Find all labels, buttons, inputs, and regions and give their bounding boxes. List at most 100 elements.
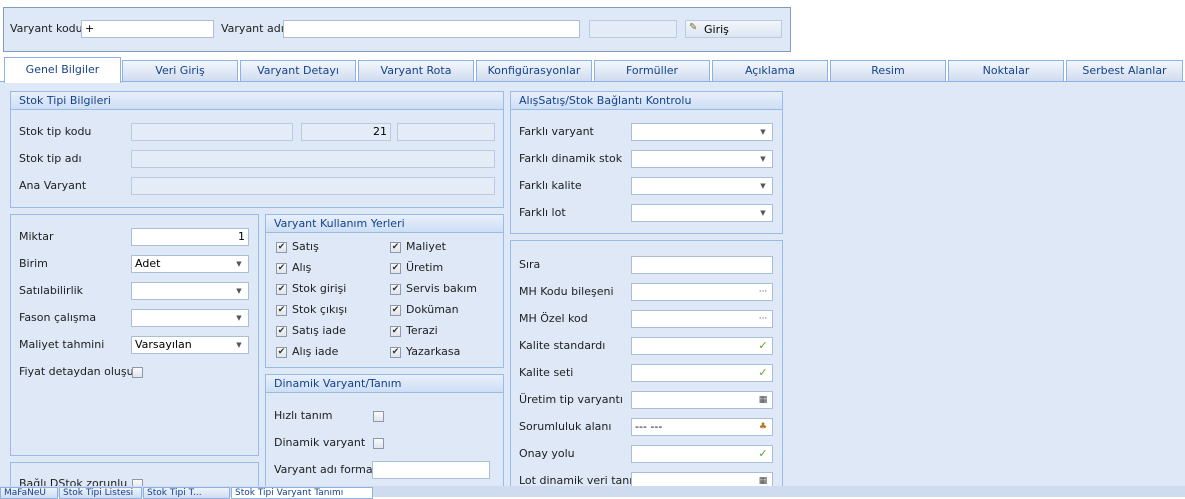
- bottom-tab-stok-tipi-listesi[interactable]: Stok Tipi Listesi: [59, 487, 142, 499]
- production-type-label: Üretim tip varyantı: [519, 393, 623, 406]
- checkbox-alis-iade[interactable]: ✔: [276, 347, 287, 358]
- tab-noktalar[interactable]: Noktalar: [948, 60, 1064, 81]
- variant-code-input[interactable]: +: [81, 20, 214, 38]
- stock-type-panel: Stok Tipi Bilgileri Stok tip kodu 21 Sto…: [10, 91, 504, 208]
- tab-aciklama[interactable]: Açıklama: [712, 60, 828, 81]
- tab-varyant-detayi[interactable]: Varyant Detayı: [240, 60, 356, 81]
- connection-control-panel-title: AlışSatış/Stok Bağlantı Kontrolu: [511, 92, 782, 110]
- stock-type-code-label: Stok tip kodu: [19, 125, 92, 138]
- chevron-down-icon: ▼: [236, 314, 242, 322]
- checkbox-satis-iade[interactable]: ✔: [276, 326, 287, 337]
- tab-formuller[interactable]: Formüller: [594, 60, 710, 81]
- calendar-icon[interactable]: ▦: [755, 393, 771, 407]
- diff-lot-select[interactable]: ▼: [631, 204, 773, 222]
- stock-type-name-field: [131, 150, 495, 168]
- tab-varyant-rota[interactable]: Varyant Rota: [358, 60, 474, 81]
- checkbox-maliyet[interactable]: ✔: [390, 242, 401, 253]
- diff-variant-label: Farklı varyant: [519, 125, 594, 138]
- diff-lot-label: Farklı lot: [519, 206, 566, 219]
- usage-terazi-label: Terazi: [406, 324, 438, 337]
- mh-special-label: MH Özel kod: [519, 312, 588, 325]
- checkbox-terazi[interactable]: ✔: [390, 326, 401, 337]
- usage-alis-iade-label: Alış iade: [292, 345, 339, 358]
- usage-panel: Varyant Kullanım Yerleri ✔ Satış ✔ Alış …: [265, 214, 504, 368]
- variant-name-format-input[interactable]: [372, 461, 490, 479]
- quality-standard-input[interactable]: ✓: [631, 337, 773, 355]
- diff-variant-select[interactable]: ▼: [631, 123, 773, 141]
- tab-konfigurasyonlar[interactable]: Konfigürasyonlar: [476, 60, 592, 81]
- checkbox-dokuman[interactable]: ✔: [390, 305, 401, 316]
- checkbox-stok-girisi[interactable]: ✔: [276, 284, 287, 295]
- order-label: Sıra: [519, 258, 541, 271]
- diff-quality-select[interactable]: ▼: [631, 177, 773, 195]
- double-check-icon[interactable]: ✓: [755, 339, 771, 353]
- cost-estimate-select[interactable]: Varsayılan ▼: [131, 336, 249, 354]
- users-icon[interactable]: ♣: [755, 420, 771, 434]
- tab-veri-giris[interactable]: Veri Giriş: [122, 60, 238, 81]
- dynamic-variant-panel-title: Dinamik Varyant/Tanım: [266, 375, 503, 393]
- mh-code-label: MH Kodu bileşeni: [519, 285, 614, 298]
- login-button[interactable]: ✎ Giriş: [685, 20, 782, 38]
- quality-set-input[interactable]: ✓: [631, 364, 773, 382]
- variant-name-format-label: Varyant adı formatı: [274, 463, 380, 476]
- main-variant-field: [131, 177, 495, 195]
- chevron-down-icon: ▼: [760, 182, 766, 190]
- tab-genel-bilgiler[interactable]: Genel Bilgiler: [4, 57, 121, 83]
- usage-uretim-label: Üretim: [406, 261, 444, 274]
- usage-servis-bakim-label: Servis bakım: [406, 282, 477, 295]
- usage-stok-cikisi-label: Stok çıkışı: [292, 303, 348, 316]
- bottom-tab-stok-tipi-t[interactable]: Stok Tipi T...: [143, 487, 230, 499]
- general-fields-panel: Miktar 1 Birim Adet ▼ Satılabilirlik ▼ F…: [10, 214, 259, 456]
- dynamic-variant-panel: Dinamik Varyant/Tanım Hızlı tanım Dinami…: [265, 374, 504, 492]
- checkbox-uretim[interactable]: ✔: [390, 263, 401, 274]
- chevron-down-icon: ▼: [760, 209, 766, 217]
- main-variant-label: Ana Varyant: [19, 179, 87, 192]
- ellipsis-icon[interactable]: ···: [755, 312, 771, 326]
- price-detail-label: Fiyat detaydan oluşur: [19, 365, 139, 378]
- order-input[interactable]: [631, 256, 773, 274]
- price-detail-checkbox[interactable]: [132, 367, 143, 378]
- quick-definition-checkbox[interactable]: [373, 411, 384, 422]
- unit-select[interactable]: Adet ▼: [131, 255, 249, 273]
- tab-serbest-alanlar[interactable]: Serbest Alanlar: [1066, 60, 1183, 81]
- chevron-down-icon: ▼: [760, 155, 766, 163]
- tab-resim[interactable]: Resim: [830, 60, 946, 81]
- mh-special-input[interactable]: ···: [631, 310, 773, 328]
- checkbox-yazarkasa[interactable]: ✔: [390, 347, 401, 358]
- double-check-icon[interactable]: ✓: [755, 366, 771, 380]
- ellipsis-icon[interactable]: ···: [755, 285, 771, 299]
- mh-code-input[interactable]: ···: [631, 283, 773, 301]
- outsourcing-select[interactable]: ▼: [131, 309, 249, 327]
- variant-extra-field: [589, 20, 677, 38]
- checkbox-alis[interactable]: ✔: [276, 263, 287, 274]
- responsibility-input[interactable]: --- --- ♣: [631, 418, 773, 436]
- usage-satis-iade-label: Satış iade: [292, 324, 346, 337]
- outsourcing-label: Fason çalışma: [19, 311, 97, 324]
- unit-label: Birim: [19, 257, 48, 270]
- dynamic-variant-checkbox[interactable]: [373, 438, 384, 449]
- right-fields-panel: Sıra MH Kodu bileşeni ··· MH Özel kod ··…: [510, 240, 783, 492]
- variant-name-label: Varyant adı: [221, 22, 284, 35]
- bottom-tab-mafaneu[interactable]: MaFaNeÜ: [0, 487, 58, 499]
- usage-stok-girisi-label: Stok girişi: [292, 282, 347, 295]
- quantity-input[interactable]: 1: [131, 228, 249, 246]
- diff-dynamic-stock-select[interactable]: ▼: [631, 150, 773, 168]
- responsibility-value: --- ---: [635, 420, 663, 433]
- usage-alis-label: Alış: [292, 261, 312, 274]
- approval-path-input[interactable]: ✓: [631, 445, 773, 463]
- quantity-label: Miktar: [19, 230, 54, 243]
- production-type-input[interactable]: ▦: [631, 391, 773, 409]
- saleability-select[interactable]: ▼: [131, 282, 249, 300]
- bottom-tab-stok-tipi-varyant[interactable]: Stok Tipi Varyant Tanımı: [231, 487, 373, 499]
- quality-standard-label: Kalite standardı: [519, 339, 606, 352]
- unit-select-value: Adet: [135, 257, 161, 270]
- stock-type-code-field: [131, 123, 293, 141]
- usage-panel-title: Varyant Kullanım Yerleri: [266, 215, 503, 233]
- variant-name-input[interactable]: [283, 20, 580, 38]
- header-bar: Varyant kodu + Varyant adı ✎ Giriş: [3, 7, 791, 52]
- pencil-edit-icon: ✎: [689, 22, 698, 33]
- checkbox-servis-bakim[interactable]: ✔: [390, 284, 401, 295]
- checkbox-satis[interactable]: ✔: [276, 242, 287, 253]
- double-check-icon[interactable]: ✓: [755, 447, 771, 461]
- checkbox-stok-cikisi[interactable]: ✔: [276, 305, 287, 316]
